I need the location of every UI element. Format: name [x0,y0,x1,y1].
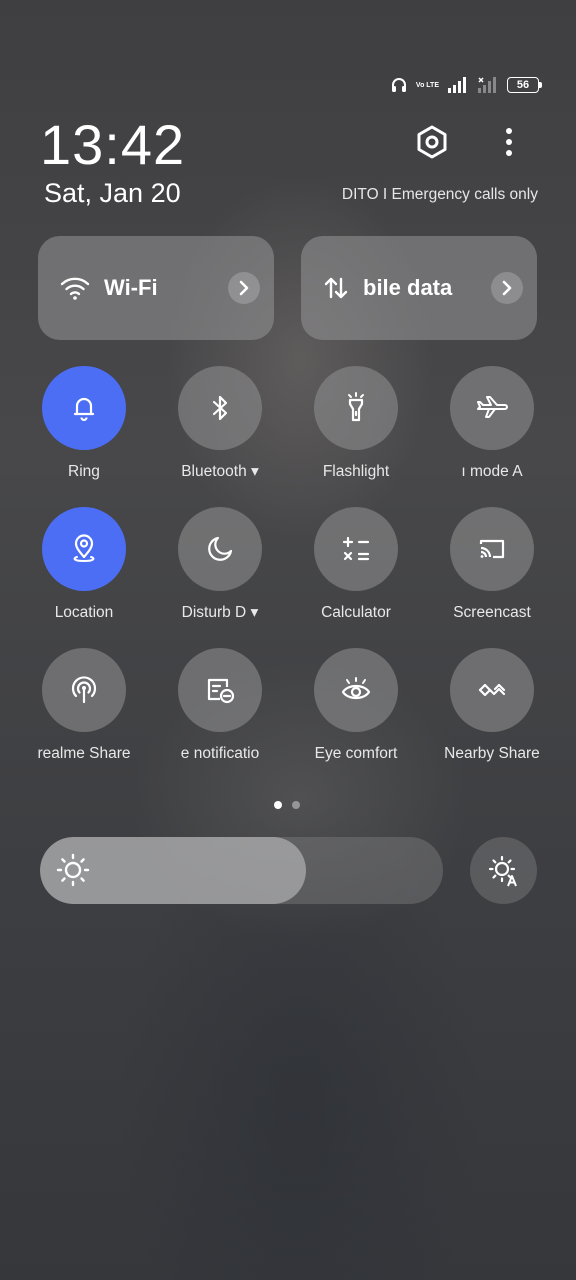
headphones-icon [390,76,408,94]
mobile-data-expand-button[interactable] [491,272,523,304]
carrier-status: DITO I Emergency calls only [341,186,538,203]
calculator-icon [342,536,370,561]
signal-icon [447,76,469,94]
mobile-data-label: bile data [363,275,453,300]
tile-label: Ring [68,463,100,480]
bluetooth-toggle[interactable] [178,366,262,450]
battery-level: 56 [507,77,539,93]
tile-label: Nearby Share [444,745,540,762]
tile-screencast[interactable]: Screencast [450,507,534,622]
battery-icon: 56 [507,77,542,93]
date[interactable]: Sat, Jan 20 [44,178,181,209]
realme-share-icon [71,676,97,704]
airplane-mode-toggle[interactable] [450,366,534,450]
notification-icon [207,678,235,704]
tile-location[interactable]: Location [42,507,126,622]
settings-button[interactable] [412,122,452,162]
tile-label: ı mode A [461,463,523,480]
location-icon [73,534,95,563]
screencast-icon [479,539,505,559]
tile-label: Location [54,604,114,621]
mobile-data-tile[interactable]: bile data [301,236,537,340]
more-vertical-icon [506,128,512,156]
tile-label: Flashlight [322,463,390,480]
chevron-right-icon [502,280,512,296]
volte-icon: Vo LTE [415,81,439,89]
wifi-tile[interactable]: Wi-Fi [38,236,274,340]
nearby-share-icon [478,683,506,697]
notification-toggle[interactable] [178,648,262,732]
auto-brightness-icon [488,855,517,886]
nearby-share-toggle[interactable] [450,648,534,732]
more-options-button[interactable] [494,122,524,162]
tile-eye-comfort[interactable]: Eye comfort [314,648,398,763]
sun-icon [56,853,90,887]
tile-do-not-disturb[interactable]: Disturb D ▾ [178,507,262,622]
page-dot-active [274,801,282,809]
gear-icon [417,125,447,159]
flashlight-toggle[interactable] [314,366,398,450]
moon-icon [208,536,233,561]
tile-notification[interactable]: e notificatio [178,648,262,763]
tile-label: Disturb D ▾ [181,604,259,621]
wifi-expand-button[interactable] [228,272,260,304]
mobile-data-icon [324,277,348,299]
tile-nearby-share[interactable]: Nearby Share [444,648,540,763]
location-toggle[interactable] [42,507,126,591]
tile-calculator[interactable]: Calculator [314,507,398,622]
chevron-right-icon [239,280,249,296]
airplane-icon [477,396,508,418]
page-dot [292,801,300,809]
page-indicator [274,801,300,809]
eye-comfort-toggle[interactable] [314,648,398,732]
clock[interactable]: 13:42 [40,112,185,177]
tile-label: Bluetooth ▾ [181,463,259,480]
bell-icon [73,397,95,422]
calculator-button[interactable] [314,507,398,591]
status-bar: Vo LTE 56 [390,74,542,96]
screencast-toggle[interactable] [450,507,534,591]
tile-flashlight[interactable]: Flashlight [314,366,398,481]
tile-label: Screencast [453,604,531,621]
flashlight-icon [348,392,364,422]
realme-share-toggle[interactable] [42,648,126,732]
tile-label: Calculator [321,604,391,621]
tile-label: realme Share [37,745,131,762]
tile-realme-share[interactable]: realme Share [37,648,131,763]
tile-bluetooth[interactable]: Bluetooth ▾ [178,366,262,481]
brightness-slider[interactable] [40,837,443,904]
tile-ring[interactable]: Ring [42,366,126,481]
tile-label: e notificatio [180,745,260,762]
wifi-label: Wi-Fi [104,275,158,300]
bluetooth-icon [212,395,228,421]
eye-icon [341,677,371,700]
no-signal-icon [477,76,499,94]
ring-toggle[interactable] [42,366,126,450]
tile-label: Eye comfort [314,745,398,762]
auto-brightness-button[interactable] [470,837,537,904]
wifi-icon [60,277,90,300]
tile-airplane-mode[interactable]: ı mode A [450,366,534,481]
do-not-disturb-toggle[interactable] [178,507,262,591]
